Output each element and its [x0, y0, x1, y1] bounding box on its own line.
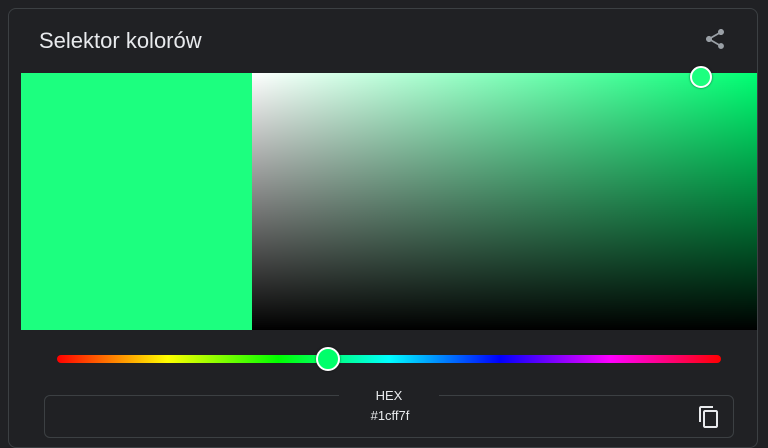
color-preview-swatch [21, 73, 252, 330]
hue-slider-handle[interactable] [316, 347, 341, 371]
hue-slider[interactable] [57, 347, 721, 371]
widget-title: Selektor kolorów [39, 28, 202, 53]
hex-label: HEX [339, 388, 439, 404]
value-gradient [252, 73, 757, 330]
hex-value[interactable]: #1cff7f [45, 408, 735, 424]
copy-icon[interactable] [697, 405, 721, 429]
saturation-value-area[interactable] [252, 65, 757, 330]
share-icon[interactable] [703, 27, 727, 51]
color-picker-card: Selektor kolorów HEX #1cff7f [8, 8, 758, 448]
saturation-value-handle[interactable] [690, 65, 713, 88]
